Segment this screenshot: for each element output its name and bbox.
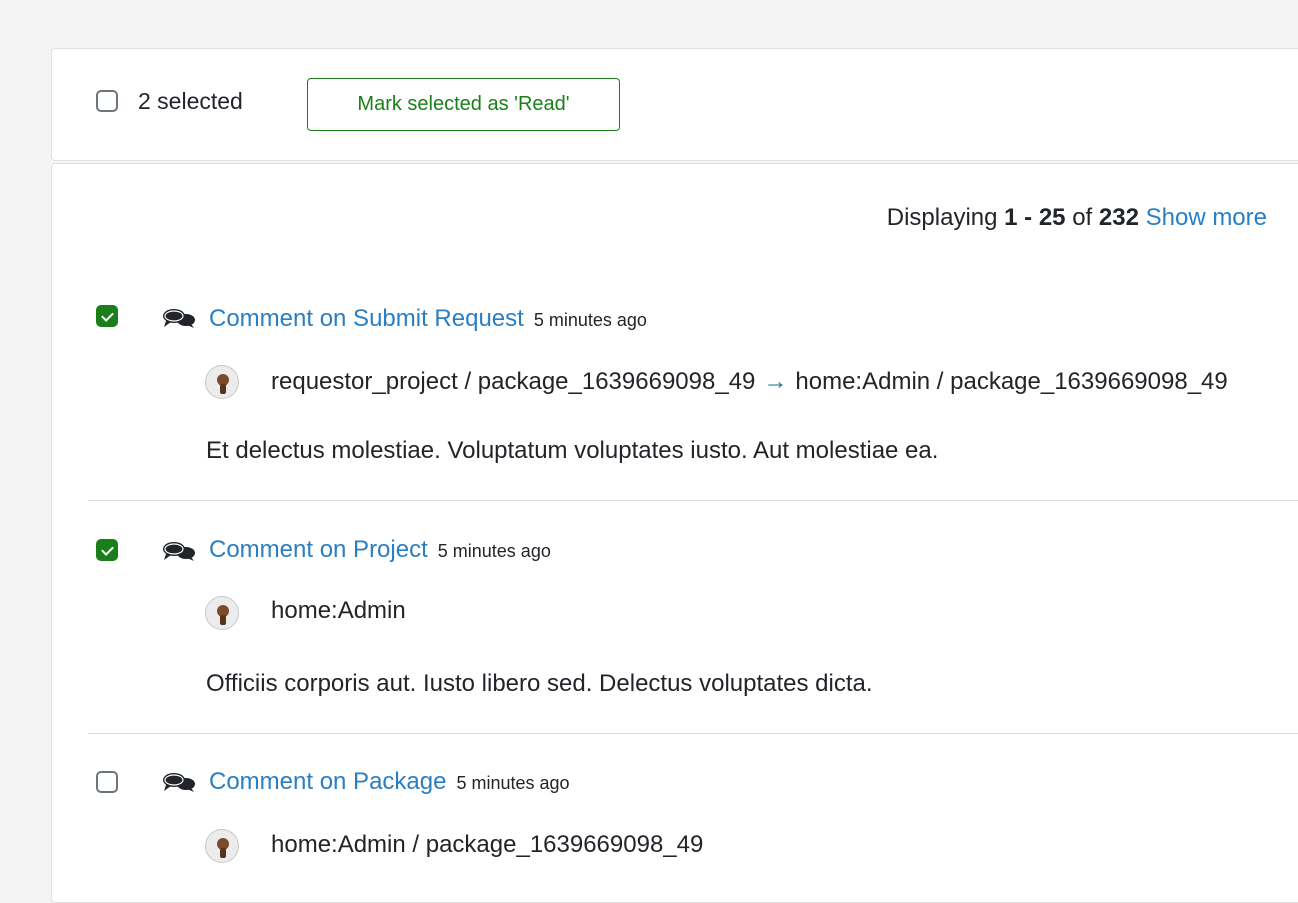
- notification-time: 5 minutes ago: [437, 541, 551, 561]
- notification-time: 5 minutes ago: [533, 310, 647, 330]
- pagination-total: 232: [1098, 204, 1139, 231]
- notification-time: 5 minutes ago: [456, 773, 570, 793]
- select-all-checkbox[interactable]: [96, 90, 118, 112]
- selected-count: 2 selected: [138, 88, 243, 114]
- divider: [88, 500, 1298, 501]
- notification-target: requestor_project / package_1639669098_4…: [271, 368, 1228, 396]
- notification-link[interactable]: Comment on Project: [209, 536, 428, 563]
- show-more-link[interactable]: Show more: [1146, 204, 1267, 231]
- pagination-summary: Displaying 1 - 25 of 232 Show more: [886, 204, 1267, 231]
- source-project: home:Admin: [271, 597, 406, 624]
- notification-checkbox[interactable]: [96, 305, 118, 327]
- user-avatar: [205, 596, 239, 630]
- notification-link[interactable]: Comment on Package: [209, 768, 446, 795]
- pagination-range: 1 - 25: [1004, 204, 1066, 231]
- source-package: requestor_project / package_1639669098_4…: [271, 368, 756, 395]
- destination-package: home:Admin / package_1639669098_49: [795, 368, 1228, 395]
- notification-body: Officiis corporis aut. Iusto libero sed.…: [206, 670, 873, 697]
- notification-checkbox[interactable]: [96, 771, 118, 793]
- notification-target: home:Admin: [271, 597, 406, 625]
- user-avatar: [205, 829, 239, 863]
- comments-icon: [163, 773, 195, 792]
- comments-icon: [163, 309, 195, 328]
- user-avatar: [205, 365, 239, 399]
- notifications-list: Displaying 1 - 25 of 232 Show more Comme…: [51, 163, 1298, 903]
- notification-target: home:Admin / package_1639669098_49: [271, 831, 703, 859]
- notification-checkbox[interactable]: [96, 539, 118, 561]
- notification-title: Comment on Project 5 minutes ago: [209, 536, 551, 564]
- notification-title: Comment on Package 5 minutes ago: [209, 768, 570, 796]
- notification-title: Comment on Submit Request 5 minutes ago: [209, 305, 647, 333]
- arrow-right-icon: →: [763, 368, 788, 395]
- notification-link[interactable]: Comment on Submit Request: [209, 305, 524, 332]
- source-package: home:Admin / package_1639669098_49: [271, 831, 704, 858]
- divider: [88, 733, 1298, 734]
- bulk-actions-toolbar: 2 selected Mark selected as 'Read': [51, 48, 1298, 161]
- notification-body: Et delectus molestiae. Voluptatum volupt…: [206, 437, 939, 464]
- mark-selected-read-button[interactable]: Mark selected as 'Read': [307, 78, 620, 131]
- comments-icon: [163, 542, 195, 561]
